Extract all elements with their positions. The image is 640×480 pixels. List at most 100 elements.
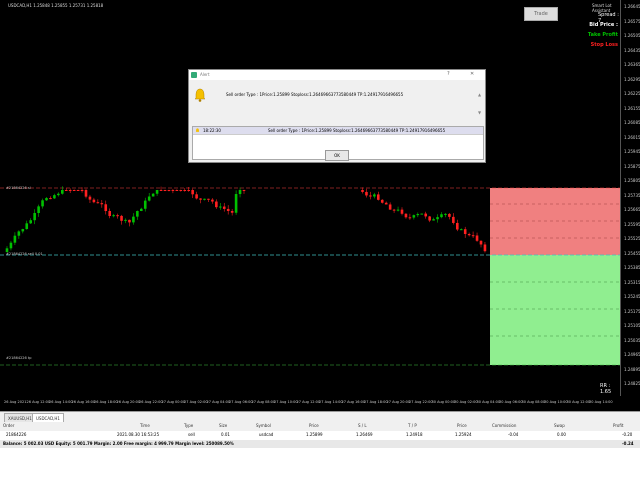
candle-body xyxy=(128,219,131,223)
candle-body xyxy=(84,190,88,197)
price-tick: 1.25315 xyxy=(624,279,640,285)
candle-body xyxy=(80,190,84,191)
price-tick: 1.26435 xyxy=(624,47,640,53)
col-symbol[interactable]: Symbol xyxy=(256,423,271,428)
candle-body xyxy=(88,196,92,200)
tp-line-label: #21864226 tp xyxy=(6,356,32,360)
candle-body xyxy=(452,216,455,223)
scroll-up-icon[interactable]: ▲ xyxy=(478,92,481,97)
candle-body xyxy=(68,190,72,191)
balance-profit: -0.24 xyxy=(622,441,634,446)
close-button[interactable]: ✕ xyxy=(470,71,474,77)
candlestick-chart[interactable] xyxy=(0,0,620,396)
cell-sl: 1.26469 xyxy=(356,432,373,437)
candle-body xyxy=(467,234,471,236)
trade-button[interactable]: Trade xyxy=(524,7,558,21)
candle-body xyxy=(45,198,48,201)
candle-body xyxy=(195,194,198,199)
chart-area[interactable]: USDCAD,H1 1.25848 1.25855 1.25731 1.2581… xyxy=(0,0,637,396)
price-tick: 1.25035 xyxy=(624,337,640,343)
price-tick: 1.25525 xyxy=(624,236,640,241)
candle-body xyxy=(17,231,21,236)
candle-body xyxy=(25,223,29,230)
stop-loss-zone xyxy=(490,188,620,255)
price-tick: 1.25735 xyxy=(624,192,640,198)
date-tick: 26 Aug 2021 xyxy=(4,400,27,404)
bid-label: Bid Price : xyxy=(589,22,618,28)
scroll-down-icon[interactable]: ▼ xyxy=(478,110,481,115)
candle-body xyxy=(167,190,171,191)
price-tick: 1.26645 xyxy=(624,4,640,9)
col-commission[interactable]: Commission xyxy=(492,423,516,428)
price-tick: 1.26295 xyxy=(624,76,640,82)
cell-type: sell xyxy=(188,432,195,437)
sl-line-label: #21864226 sl xyxy=(6,186,31,190)
col-sl[interactable]: S / L xyxy=(358,423,367,428)
candle-body xyxy=(215,201,218,208)
candle-body xyxy=(37,206,40,214)
alert-history-row[interactable]: 18:22:30 Sell order Type : 1Price:1.2589… xyxy=(193,127,483,135)
date-tick: 27 Aug 00:00 xyxy=(161,400,186,404)
price-tick: 1.25595 xyxy=(624,221,640,227)
date-tick: 26 Aug 14:00 xyxy=(49,400,73,404)
candle-body xyxy=(436,217,439,220)
col-size[interactable]: Size xyxy=(219,423,227,428)
candle-body xyxy=(187,190,190,191)
alert-message: Sell order Type : 1Price:1.25899 Stoplos… xyxy=(226,92,404,97)
ok-button[interactable]: OK xyxy=(325,150,349,161)
balance-summary: Balance: 5 002.03 USD Equity: 5 001.79 M… xyxy=(3,441,234,446)
price-tick: 1.26225 xyxy=(624,91,640,96)
cell-current-price: 1.25924 xyxy=(455,432,472,437)
app-icon xyxy=(191,72,197,78)
col-type[interactable]: Type xyxy=(184,423,193,428)
candle-body xyxy=(377,194,380,200)
price-tick: 1.25385 xyxy=(624,265,640,270)
date-tick: 30 Aug 02:00 xyxy=(454,400,478,404)
help-button[interactable]: ? xyxy=(447,71,450,77)
price-tick: 1.24825 xyxy=(624,381,640,386)
balance-row: Balance: 5 002.03 USD Equity: 5 001.79 M… xyxy=(0,440,640,448)
price-tick: 1.25105 xyxy=(624,323,640,328)
alert-dialog[interactable]: Alert ? ✕ Sell order Type : 1Price:1.258… xyxy=(188,69,486,163)
date-tick: 30 Aug 00:00 xyxy=(431,400,456,404)
alert-title: Alert xyxy=(200,72,210,77)
candle-body xyxy=(424,213,427,217)
candle-body xyxy=(33,213,36,221)
cell-time: 2021.08.30 16:53:25 xyxy=(117,432,160,437)
price-tick: 1.25455 xyxy=(624,250,640,256)
col-time[interactable]: Time xyxy=(140,423,150,428)
alert-row-message: Sell order Type : 1Price:1.25899 Stoplos… xyxy=(268,128,446,133)
candle-body xyxy=(471,235,475,237)
col-tp[interactable]: T / P xyxy=(408,423,417,428)
candle-body xyxy=(104,204,108,212)
candle-body xyxy=(147,196,151,201)
table-row[interactable]: 21864226 2021.08.30 16:53:25 sell 0.01 u… xyxy=(0,431,640,440)
price-tick: 1.26575 xyxy=(624,18,640,24)
date-tick: 30 Aug 04:00 xyxy=(476,400,501,404)
candle-body xyxy=(132,216,135,223)
col-profit[interactable]: Profit xyxy=(613,423,623,428)
cell-symbol: usdcad xyxy=(259,432,274,437)
col-price[interactable]: Price xyxy=(309,423,319,428)
candle-body xyxy=(392,209,396,211)
col-current-price[interactable]: Price xyxy=(457,423,467,428)
candle-body xyxy=(456,222,459,230)
date-tick: 27 Aug 08:00 xyxy=(251,400,276,404)
candle-body xyxy=(416,214,420,216)
alert-titlebar[interactable]: Alert ? ✕ xyxy=(189,70,485,80)
date-tick: 27 Aug 22:00 xyxy=(409,400,433,404)
col-swap[interactable]: Swap xyxy=(554,423,565,428)
candle-body xyxy=(120,215,123,221)
sl-label: Stop Loss xyxy=(590,42,618,48)
col-order[interactable]: Order xyxy=(3,423,14,428)
price-tick: 1.25805 xyxy=(624,178,640,183)
cell-size: 0.01 xyxy=(221,432,230,437)
candle-body xyxy=(124,219,127,221)
candle-body xyxy=(140,208,143,211)
candle-body xyxy=(388,204,392,210)
candle-body xyxy=(72,190,76,191)
candle-body xyxy=(463,229,467,235)
candle-body xyxy=(203,198,206,200)
candle-body xyxy=(61,190,64,194)
candle-body xyxy=(420,213,424,215)
